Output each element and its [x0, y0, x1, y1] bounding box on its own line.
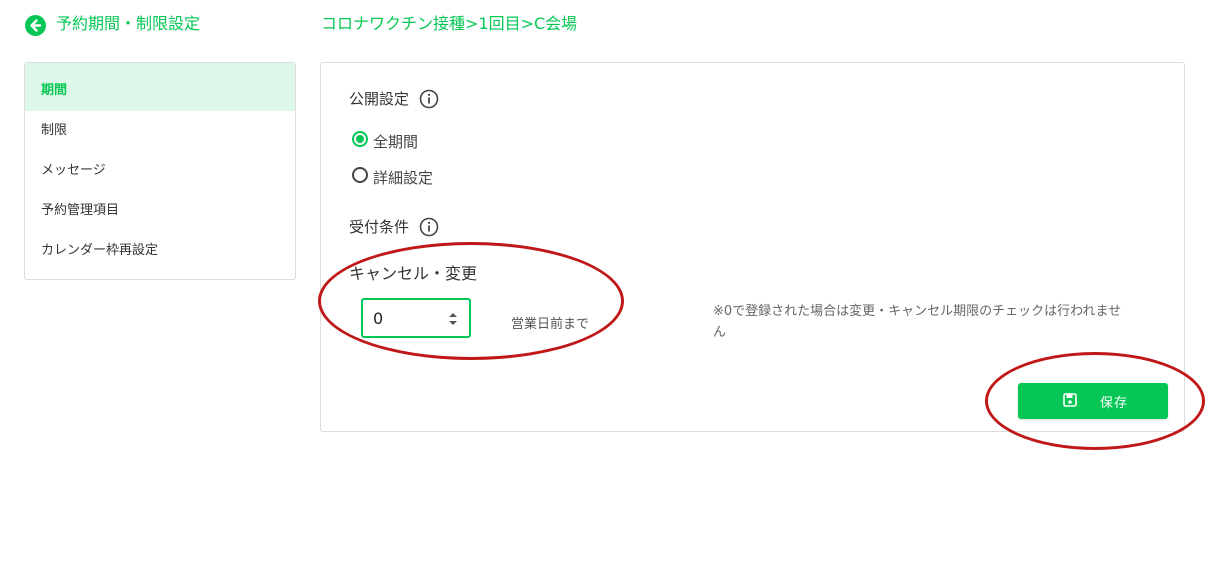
zero-value-note: ※0で登録された場合は変更・キャンセル期限のチェックは行われません [713, 304, 1122, 340]
sidebar-item-period[interactable]: 期間 [25, 63, 295, 111]
radio-detail-settings-label[interactable]: 詳細設定 [373, 168, 433, 188]
info-icon[interactable] [419, 89, 439, 109]
info-icon[interactable] [419, 217, 439, 237]
cancel-change-label: キャンセル・変更 [349, 264, 478, 283]
publish-settings-label: 公開設定 [349, 90, 410, 108]
page: 予約期間・制限設定 コロナワクチン接種>1回目>C会場 期間 制限 メッセージ … [0, 0, 1215, 569]
radio-all-period[interactable] [352, 131, 368, 147]
radio-detail-settings[interactable] [352, 167, 368, 183]
breadcrumb[interactable]: コロナワクチン接種>1回目>C会場 [321, 14, 577, 34]
acceptance-conditions-label: 受付条件 [349, 218, 410, 236]
business-days-unit: 営業日前まで [511, 317, 590, 332]
settings-panel: 公開設定 全期間 詳細設定 受付条件 キャンセル・変更 営業日前まで ※0で登録… [320, 62, 1185, 432]
page-title: 予約期間・制限設定 [56, 14, 201, 33]
back-arrow-icon[interactable] [25, 15, 46, 36]
cancel-days-input[interactable] [361, 298, 471, 338]
floppy-disk-icon [1063, 393, 1077, 407]
number-stepper-icon[interactable] [447, 310, 459, 328]
sidebar-item-reservation-fields[interactable]: 予約管理項目 [25, 191, 295, 231]
radio-all-period-label[interactable]: 全期間 [373, 132, 418, 152]
save-button-label: 保存 [1100, 396, 1129, 411]
sidebar: 期間 制限 メッセージ 予約管理項目 カレンダー枠再設定 [24, 62, 296, 280]
sidebar-item-limit[interactable]: 制限 [25, 111, 295, 151]
sidebar-item-message[interactable]: メッセージ [25, 151, 295, 191]
save-button[interactable]: 保存 [1018, 383, 1168, 419]
cancel-days-field[interactable] [373, 307, 433, 329]
sidebar-item-calendar-reset[interactable]: カレンダー枠再設定 [25, 231, 295, 271]
